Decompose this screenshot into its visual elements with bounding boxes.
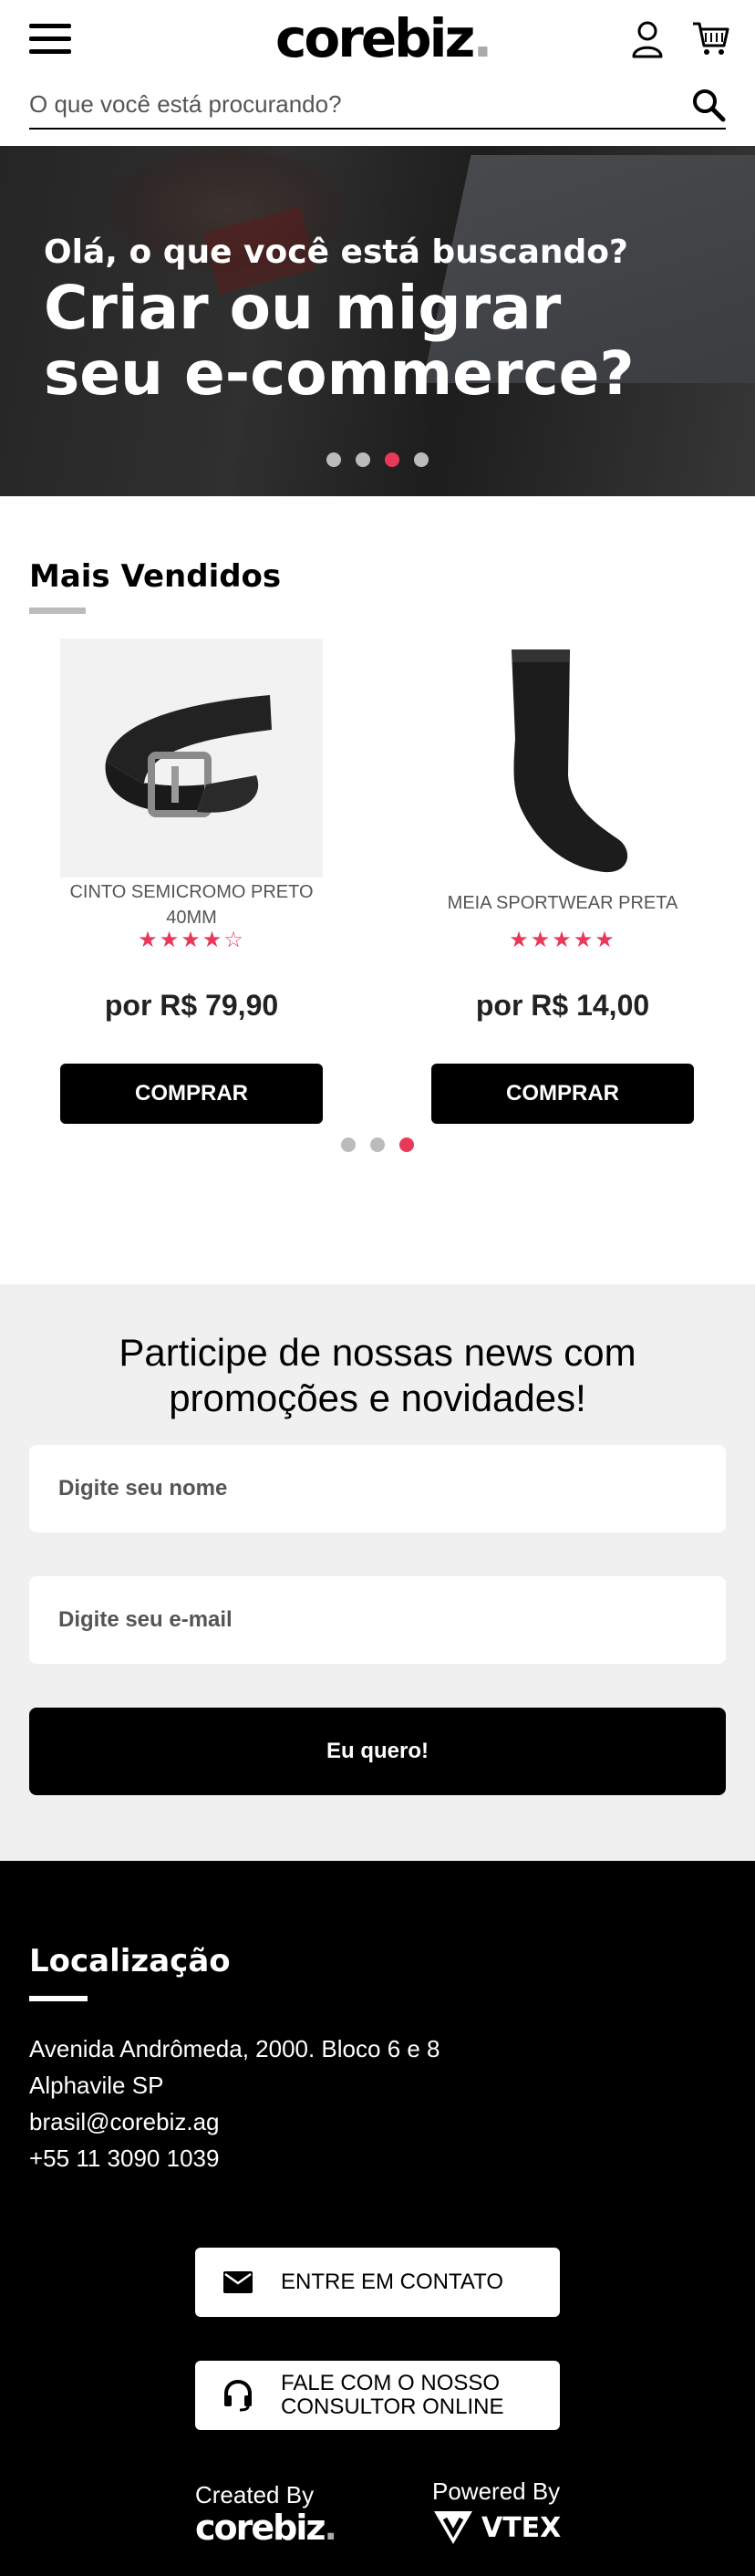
created-by-label: Created By bbox=[195, 2481, 315, 2508]
newsletter-email-input[interactable] bbox=[29, 1576, 726, 1664]
banner-title: Criar ou migrar seu e-commerce? bbox=[44, 275, 700, 407]
belt-image bbox=[105, 695, 272, 817]
created-by[interactable]: Created By corebiz. bbox=[195, 2481, 338, 2548]
logo-text: corebiz bbox=[275, 7, 475, 69]
banner-dot-1[interactable] bbox=[326, 452, 341, 467]
buy-button[interactable]: COMPRAR bbox=[60, 1064, 323, 1124]
best-sellers-title: Mais Vendidos bbox=[29, 558, 282, 595]
menu-icon[interactable] bbox=[29, 24, 71, 55]
hero-banner[interactable]: Olá, o que você está buscando? Criar ou … bbox=[0, 146, 755, 496]
consultant-button[interactable]: FALE COM O NOSSO CONSULTOR ONLINE bbox=[195, 2361, 560, 2430]
product-price: por R$ 79,90 bbox=[104, 989, 279, 1022]
search-input[interactable] bbox=[29, 80, 667, 128]
product-rating-stars: ★★★★★ bbox=[509, 928, 616, 952]
banner-dot-3[interactable] bbox=[385, 452, 399, 467]
cart-icon[interactable] bbox=[691, 20, 729, 57]
footer-phone[interactable]: +55 11 3090 1039 bbox=[29, 2140, 440, 2176]
user-icon[interactable] bbox=[631, 20, 664, 58]
consultant-button-label: FALE COM O NOSSO CONSULTOR ONLINE bbox=[281, 2372, 504, 2419]
footer-title: Localização bbox=[29, 1943, 231, 1979]
product-card: CINTO SEMICROMO PRETO 40MM ★★★★☆ por R$ … bbox=[60, 639, 323, 1126]
corebiz-footer-logo-text: corebiz bbox=[195, 2508, 326, 2548]
consultant-label-line2: CONSULTOR ONLINE bbox=[281, 2394, 504, 2419]
products-dot-1[interactable] bbox=[341, 1137, 356, 1152]
banner-subtitle: Olá, o que você está buscando? bbox=[44, 234, 628, 271]
products-dot-2[interactable] bbox=[370, 1137, 385, 1152]
newsletter-section: Participe de nossas news com promoções e… bbox=[0, 1284, 755, 1861]
footer-address: Avenida Andrômeda, 2000. Bloco 6 e 8 Alp… bbox=[29, 2031, 440, 2176]
products-dot-3[interactable] bbox=[399, 1137, 414, 1152]
product-name[interactable]: MEIA SPORTWEAR PRETA bbox=[431, 890, 694, 916]
footer-title-underline bbox=[29, 1996, 88, 2001]
product-price: por R$ 14,00 bbox=[475, 989, 650, 1022]
product-image[interactable] bbox=[431, 639, 694, 878]
product-rating-stars: ★★★★☆ bbox=[138, 928, 245, 952]
search-icon[interactable] bbox=[691, 88, 726, 122]
corebiz-footer-logo-dot: . bbox=[324, 2508, 338, 2548]
footer-email[interactable]: brasil@corebiz.ag bbox=[29, 2103, 440, 2140]
corebiz-footer-logo: corebiz. bbox=[195, 2508, 338, 2548]
buy-button[interactable]: COMPRAR bbox=[431, 1064, 694, 1124]
newsletter-submit-button[interactable]: Eu quero! bbox=[29, 1708, 726, 1795]
powered-by-label: Powered By bbox=[432, 2477, 561, 2505]
banner-dot-2[interactable] bbox=[356, 452, 370, 467]
banner-title-line1: Criar ou migrar bbox=[44, 273, 562, 343]
address-line1: Avenida Andrômeda, 2000. Bloco 6 e 8 bbox=[29, 2035, 440, 2062]
vtex-icon bbox=[434, 2511, 472, 2544]
product-card: MEIA SPORTWEAR PRETA ★★★★★ por R$ 14,00 … bbox=[431, 639, 694, 1126]
newsletter-title: Participe de nossas news com promoções e… bbox=[119, 1331, 636, 1419]
consultant-label-line1: FALE COM O NOSSO bbox=[281, 2371, 501, 2395]
newsletter-name-input[interactable] bbox=[29, 1445, 726, 1532]
search-bar bbox=[29, 80, 726, 130]
headset-icon bbox=[224, 2379, 252, 2412]
contact-button[interactable]: ENTRE EM CONTATO bbox=[195, 2248, 560, 2317]
product-name[interactable]: CINTO SEMICROMO PRETO 40MM bbox=[60, 879, 323, 930]
sock-image bbox=[512, 649, 628, 873]
contact-button-label: ENTRE EM CONTATO bbox=[281, 2270, 504, 2294]
footer: Localização Avenida Andrômeda, 2000. Blo… bbox=[0, 1861, 755, 2576]
logo[interactable]: corebiz. bbox=[275, 7, 492, 69]
vtex-logo: VTEX bbox=[432, 2509, 561, 2546]
powered-by[interactable]: Powered By VTEX bbox=[432, 2477, 561, 2546]
banner-title-line2: seu e-commerce? bbox=[44, 338, 635, 409]
address-line2: Alphavile SP bbox=[29, 2072, 164, 2099]
vtex-text: VTEX bbox=[481, 2511, 562, 2544]
banner-dot-4[interactable] bbox=[414, 452, 429, 467]
header: corebiz. bbox=[0, 0, 755, 146]
logo-dot: . bbox=[472, 7, 492, 69]
banner-pagination bbox=[326, 452, 429, 467]
mail-icon bbox=[223, 2271, 253, 2293]
product-image[interactable] bbox=[60, 639, 323, 878]
best-sellers-underline bbox=[29, 608, 86, 614]
products-pagination bbox=[341, 1137, 414, 1152]
